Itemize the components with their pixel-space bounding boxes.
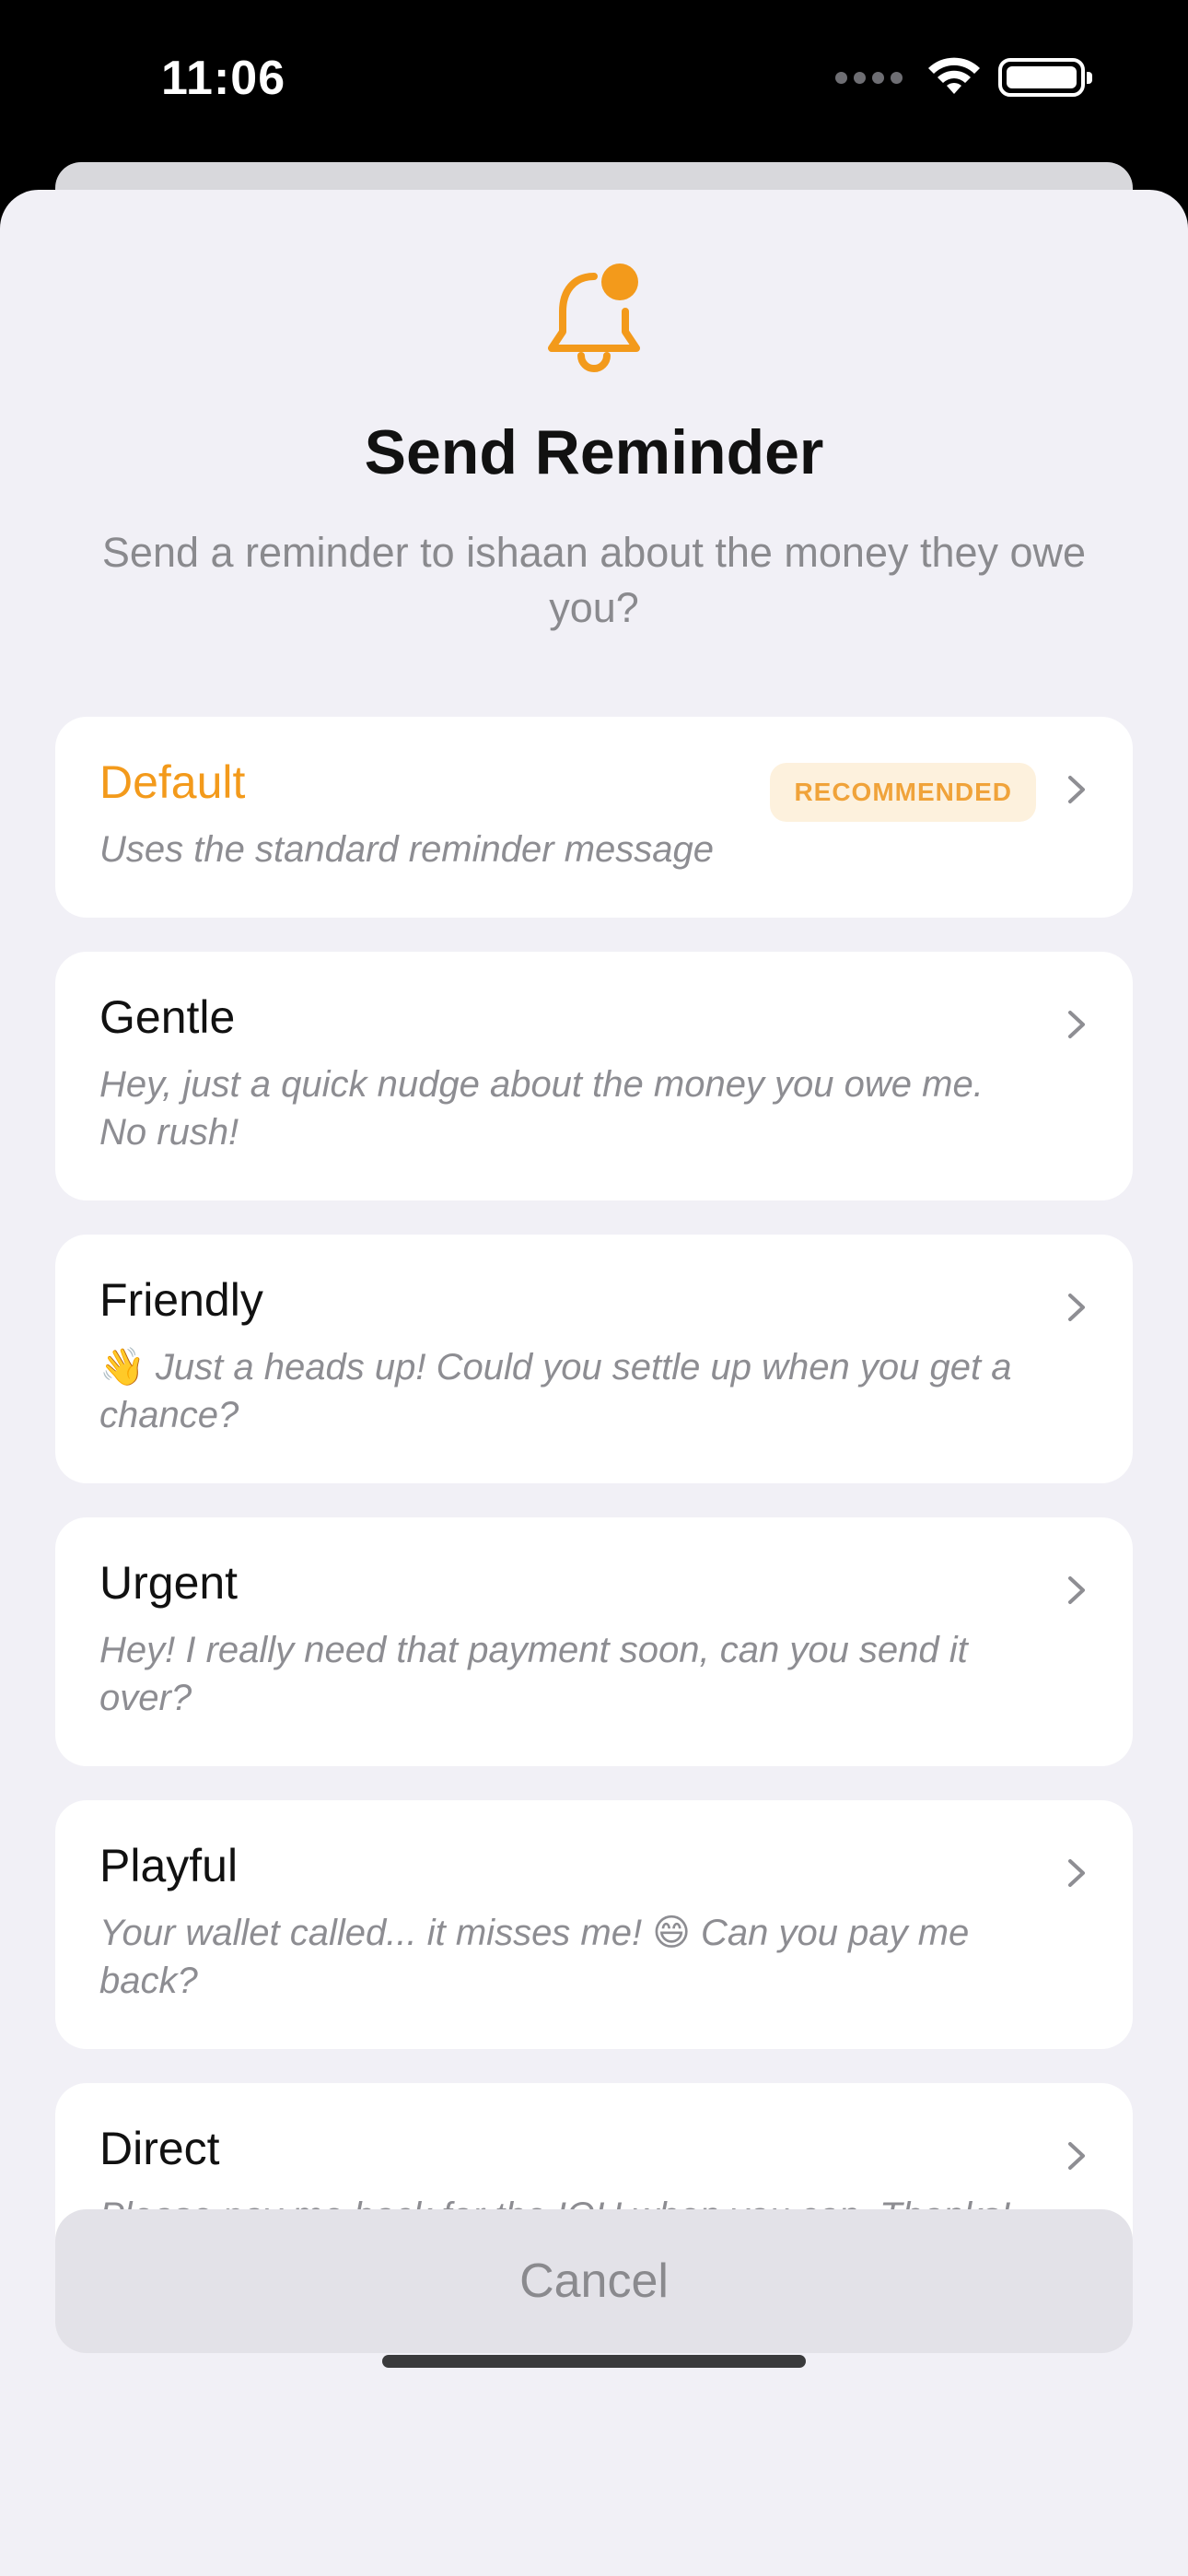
option-name: Gentle [99, 991, 236, 1043]
option-description-text: Your wallet called... it misses me! [99, 1913, 653, 1953]
option-gentle[interactable]: Gentle Hey, just a quick nudge about the… [55, 952, 1133, 1200]
option-friendly[interactable]: Friendly 👋 Just a heads up! Could you se… [55, 1235, 1133, 1483]
option-name: Direct [99, 2123, 220, 2174]
bell-notification-icon [539, 260, 649, 380]
chevron-right-icon [1068, 1859, 1085, 1887]
option-name: Urgent [99, 1557, 239, 1609]
option-default[interactable]: Default RECOMMENDED Uses the standard re… [55, 717, 1133, 918]
chevron-right-icon [1068, 2142, 1085, 2170]
option-description: 👋 Just a heads up! Could you settle up w… [99, 1343, 1013, 1439]
status-bar: 11:06 [0, 0, 1188, 162]
option-name: Playful [99, 1840, 239, 1891]
waving-hand-icon: 👋 [99, 1347, 146, 1388]
recommended-badge: RECOMMENDED [770, 763, 1036, 822]
option-description: Uses the standard reminder message [99, 829, 714, 870]
status-time: 11:06 [161, 52, 286, 105]
option-description-text: Just a heads up! Could you settle up whe… [99, 1347, 1012, 1435]
cancel-button[interactable]: Cancel [55, 2209, 1133, 2353]
option-playful[interactable]: Playful Your wallet called... it misses … [55, 1800, 1133, 2049]
reminder-options-list: Default RECOMMENDED Uses the standard re… [55, 717, 1133, 2318]
chevron-right-icon [1068, 1576, 1085, 1604]
grinning-face-icon: 😄 [652, 1913, 691, 1953]
chevron-right-icon [1068, 1011, 1085, 1038]
sheet-title: Send Reminder [364, 417, 824, 487]
battery-icon [998, 58, 1092, 97]
cellular-signal-icon [835, 71, 903, 84]
option-description: Hey! I really need that payment soon, ca… [99, 1630, 968, 1718]
chevron-right-icon [1068, 776, 1085, 803]
option-urgent[interactable]: Urgent Hey! I really need that payment s… [55, 1517, 1133, 1766]
screen: 11:06 Send Reminder Send a reminder to i… [0, 0, 1188, 2576]
option-description: Hey, just a quick nudge about the money … [99, 1064, 984, 1153]
chevron-right-icon [1068, 1294, 1085, 1321]
wifi-icon [928, 57, 980, 94]
status-icons [835, 57, 1092, 98]
home-indicator[interactable] [382, 2355, 806, 2368]
option-description: Your wallet called... it misses me! 😄 Ca… [99, 1909, 1013, 2005]
option-name: Friendly [99, 1274, 263, 1326]
sheet-subtitle: Send a reminder to ishaan about the mone… [101, 529, 1087, 631]
